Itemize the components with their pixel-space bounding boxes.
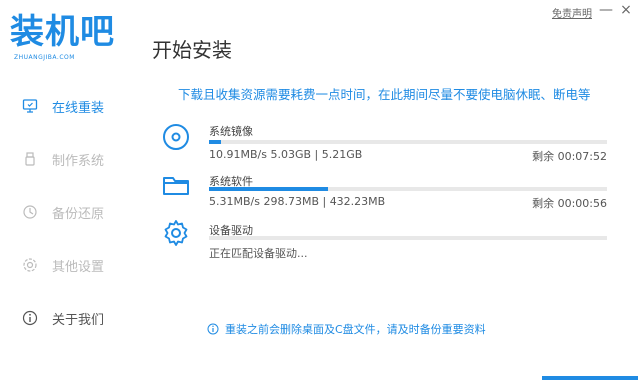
page-title: 开始安装 bbox=[152, 38, 232, 62]
progress-fill bbox=[209, 187, 329, 191]
monitor-icon bbox=[22, 98, 38, 114]
gear-icon bbox=[22, 257, 38, 273]
folder-icon bbox=[161, 170, 191, 200]
disc-icon bbox=[161, 122, 191, 152]
info-icon bbox=[207, 323, 219, 335]
sidebar-item-label: 备份还原 bbox=[52, 206, 105, 222]
logo-text: 装机吧 bbox=[10, 12, 115, 52]
backup-warning-text: 重装之前会删除桌面及C盘文件，请及时备份重要资料 bbox=[225, 323, 486, 336]
disclaimer-link[interactable]: 免责声明 bbox=[552, 5, 592, 20]
task-stats: 10.91MB/s 5.03GB | 5.21GB bbox=[209, 148, 363, 161]
sidebar-item-label: 制作系统 bbox=[52, 153, 105, 169]
sidebar: 装机吧 ZHUANGJIBA.COM 在线重装 制作系统 备份还原 其他设置 关… bbox=[0, 0, 136, 380]
task-stats: 5.31MB/s 298.73MB | 432.23MB bbox=[209, 195, 386, 208]
sidebar-item-label: 在线重装 bbox=[52, 100, 105, 116]
task-label: 系统镜像 bbox=[209, 125, 253, 138]
sidebar-item-make-system[interactable]: 制作系统 bbox=[22, 145, 104, 173]
progress-bar bbox=[209, 187, 607, 191]
download-notice: 下载且收集资源需要耗费一点时间，在此期间尽量不要使电脑休眠、断电等 bbox=[178, 87, 591, 102]
usb-icon bbox=[22, 151, 38, 167]
sidebar-item-online-reinstall[interactable]: 在线重装 bbox=[22, 92, 104, 120]
info-icon bbox=[22, 310, 38, 326]
sidebar-item-about-us[interactable]: 关于我们 bbox=[22, 304, 104, 332]
close-button[interactable]: × bbox=[618, 2, 634, 18]
task-status: 正在匹配设备驱动... bbox=[209, 247, 308, 260]
backup-warning: 重装之前会删除桌面及C盘文件，请及时备份重要资料 bbox=[207, 321, 486, 337]
gear-icon bbox=[161, 218, 191, 248]
sidebar-item-backup-restore[interactable]: 备份还原 bbox=[22, 198, 104, 226]
logo: 装机吧 ZHUANGJIBA.COM bbox=[10, 12, 130, 66]
task-remaining: 剩余 00:00:56 bbox=[532, 197, 607, 210]
progress-fill bbox=[209, 140, 221, 144]
sidebar-item-label: 关于我们 bbox=[52, 312, 105, 328]
action-button-edge[interactable] bbox=[542, 376, 638, 380]
progress-bar bbox=[209, 140, 607, 144]
minimize-button[interactable]: — bbox=[598, 2, 614, 18]
sidebar-item-label: 其他设置 bbox=[52, 259, 105, 275]
task-remaining: 剩余 00:07:52 bbox=[532, 150, 607, 163]
logo-subtitle: ZHUANGJIBA.COM bbox=[14, 54, 75, 61]
backup-icon bbox=[22, 204, 38, 220]
sidebar-item-other-settings[interactable]: 其他设置 bbox=[22, 251, 104, 279]
progress-bar bbox=[209, 236, 607, 240]
